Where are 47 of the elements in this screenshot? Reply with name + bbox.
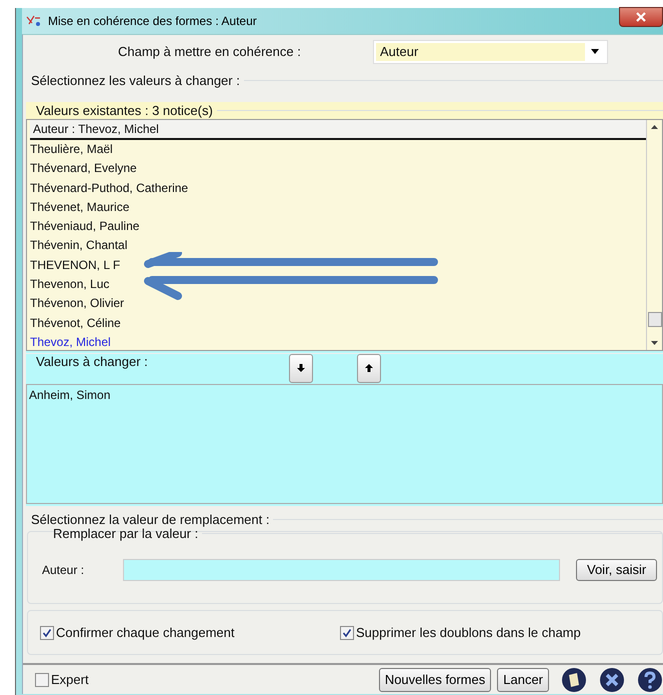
app-icon <box>26 14 42 28</box>
move-down-button[interactable] <box>289 354 313 383</box>
window-title: Mise en cohérence des formes : Auteur <box>48 14 257 28</box>
help-icon[interactable] <box>637 666 663 693</box>
list-item[interactable]: Thévenard, Evelyne <box>30 159 646 179</box>
view-button[interactable]: Voir, saisir <box>576 558 658 581</box>
action-button[interactable]: Lancer <box>497 668 549 692</box>
scroll-up-icon[interactable] <box>651 124 658 129</box>
list-item[interactable]: Thévenon, Olivier <box>30 294 646 314</box>
close-button[interactable] <box>619 7 663 27</box>
section-title: Sélectionnez les valeurs à changer : <box>31 72 240 88</box>
caret-icon <box>591 49 599 54</box>
checkbox-label: Supprimer les doublons dans le champ <box>356 625 581 640</box>
list-item[interactable]: Thevenon, Luc <box>30 275 646 294</box>
down-arrow-icon <box>297 364 305 372</box>
list-item[interactable]: Thevoz, Michel <box>30 332 646 352</box>
list-header: Auteur : Thevoz, Michel <box>30 120 646 140</box>
list-item[interactable]: THEVENON, L F <box>30 256 646 276</box>
scroll-thumb[interactable] <box>648 312 662 328</box>
field-label: Champ à mettre en cohérence : <box>118 44 302 60</box>
checkbox[interactable] <box>40 626 54 640</box>
checkbox[interactable] <box>340 626 354 640</box>
section-title: Sélectionnez la valeur de remplacement : <box>31 512 270 527</box>
close-icon <box>635 12 647 22</box>
group-title: Valeurs à changer : <box>35 354 148 370</box>
list-item[interactable]: Thévenin, Chantal <box>30 236 646 256</box>
list-item[interactable]: Theulière, Maël <box>30 140 646 160</box>
list-item[interactable]: Théveniaud, Pauline <box>30 217 646 236</box>
checkbox-label: Confirmer chaque changement <box>56 625 234 640</box>
list-item[interactable]: Thévenet, Maurice <box>30 198 646 218</box>
list-item[interactable]: Anheim, Simon <box>29 388 660 402</box>
list-item[interactable]: Thévenard-Puthod, Catherine <box>30 178 646 198</box>
scrollbar[interactable] <box>646 120 662 350</box>
list-item[interactable]: Thévenot, Céline <box>30 314 646 333</box>
move-up-button[interactable] <box>357 354 381 383</box>
close-icon[interactable] <box>599 666 625 693</box>
notebook-icon[interactable] <box>561 666 587 693</box>
field-dropdown[interactable]: Auteur <box>373 40 608 64</box>
group-title: Remplacer par la valeur : <box>53 526 198 541</box>
checkbox-label: Expert <box>51 672 89 688</box>
checkbox[interactable] <box>35 672 49 687</box>
action-button[interactable]: Nouvelles formes <box>378 668 492 692</box>
input-field[interactable] <box>123 558 560 581</box>
group-title: Valeurs existantes : 3 notice(s) <box>36 102 213 118</box>
scroll-down-icon[interactable] <box>651 340 658 345</box>
field-label: Auteur : <box>42 562 86 577</box>
up-arrow-icon <box>365 364 373 372</box>
